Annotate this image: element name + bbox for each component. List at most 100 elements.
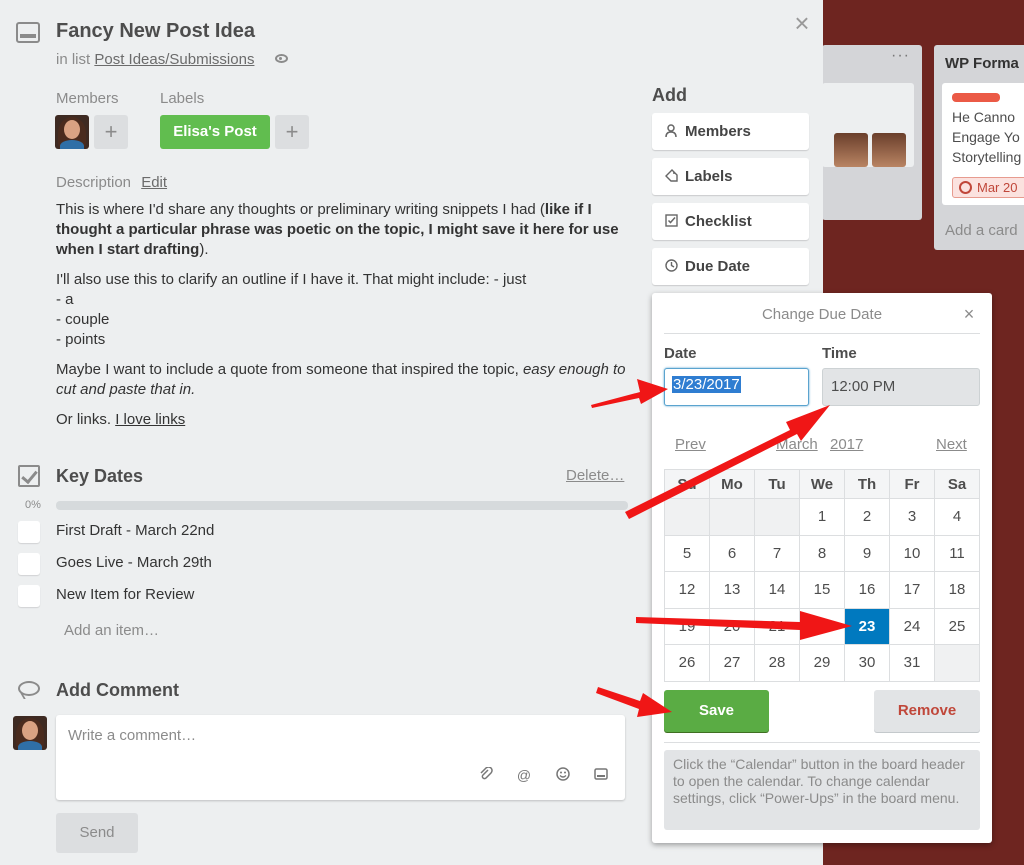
calendar-day[interactable]: 21 (754, 607, 800, 645)
close-icon[interactable]: × (791, 10, 813, 36)
calendar-hint-text: Click the “Calendar” button in the board… (664, 750, 980, 830)
calendar-day[interactable]: 16 (844, 571, 890, 609)
label-chip[interactable]: Elisa's Post (160, 115, 270, 149)
year-selector[interactable]: 2017 (830, 436, 863, 453)
calendar-day[interactable]: 14 (754, 571, 800, 609)
next-month-link[interactable]: Next (936, 436, 967, 453)
calendar-day[interactable]: 10 (889, 534, 935, 572)
save-button[interactable]: Save (664, 690, 769, 732)
calendar-day[interactable]: 27 (709, 644, 755, 682)
avatar[interactable] (55, 115, 89, 149)
weekday-header: Su (664, 469, 710, 499)
list-name-link[interactable]: Post Ideas/Submissions (94, 51, 254, 68)
calendar-day[interactable]: 26 (664, 644, 710, 682)
calendar-day[interactable]: 3 (889, 498, 935, 536)
calendar-day[interactable]: 13 (709, 571, 755, 609)
checklist-item-checkbox[interactable] (18, 521, 40, 543)
add-labels-button[interactable]: Labels (652, 158, 809, 195)
add-label-button[interactable]: + (275, 115, 309, 149)
card-link-icon[interactable] (593, 767, 609, 783)
weekday-header: Tu (754, 469, 800, 499)
checklist-item-checkbox[interactable] (18, 553, 40, 575)
calendar-day[interactable]: 25 (934, 607, 980, 645)
divider (664, 333, 980, 334)
attachment-icon[interactable] (478, 766, 494, 783)
calendar-day[interactable]: 12 (664, 571, 710, 609)
calendar-day[interactable]: 29 (799, 644, 845, 682)
add-member-button[interactable]: + (94, 115, 128, 149)
calendar-day[interactable]: 20 (709, 607, 755, 645)
send-button[interactable]: Send (56, 813, 138, 853)
comment-input[interactable]: Write a comment… @ (56, 715, 625, 800)
emoji-icon[interactable] (555, 767, 571, 783)
calendar-day[interactable]: 1 (799, 498, 845, 536)
calendar-day[interactable]: 6 (709, 534, 755, 572)
calendar-day[interactable]: 5 (664, 534, 710, 572)
checklist-progress-bar (56, 501, 628, 510)
description-header: Description Edit (56, 174, 168, 191)
time-input[interactable]: 12:00 PM (822, 368, 980, 406)
checklist-item-checkbox[interactable] (18, 585, 40, 607)
calendar-grid: Su Mo Tu We Th Fr Sa 1 2 3 4 5 6 7 8 9 10 11 12 13 14 15 16 17… (664, 469, 980, 682)
calendar-day-selected[interactable]: 23 (844, 607, 890, 645)
weekday-header: Mo (709, 469, 755, 499)
date-label: Date (664, 345, 697, 362)
month-selector[interactable]: March (776, 436, 818, 453)
description-edit-link[interactable]: Edit (141, 174, 167, 191)
list-title[interactable]: WP Forma (945, 55, 1019, 72)
calendar-day[interactable]: 15 (799, 571, 845, 609)
tag-icon (664, 169, 678, 183)
prev-month-link[interactable]: Prev (675, 436, 706, 453)
change-due-date-popover: Change Due Date × Date Time 3/23/2017 12… (652, 293, 992, 843)
calendar-day[interactable]: 30 (844, 644, 890, 682)
board-list-wp-format: WP Forma He Canno Engage Yo Storytelling… (934, 45, 1024, 250)
remove-button[interactable]: Remove (874, 690, 980, 732)
add-checklist-item-link[interactable]: Add an item… (64, 622, 159, 639)
add-checklist-button[interactable]: Checklist (652, 203, 809, 240)
calendar-empty-cell (934, 644, 980, 682)
calendar-day[interactable]: 18 (934, 571, 980, 609)
description-link[interactable]: I love links (115, 411, 185, 428)
weekday-header: We (799, 469, 845, 499)
checklist-title[interactable]: Key Dates (56, 466, 143, 487)
board-card[interactable]: He Canno Engage Yo Storytelling Mar 20 (942, 83, 1024, 205)
calendar-day[interactable]: 11 (934, 534, 980, 572)
calendar-day[interactable]: 8 (799, 534, 845, 572)
calendar-empty-cell (754, 498, 800, 536)
calendar-day[interactable]: 4 (934, 498, 980, 536)
card-title[interactable]: Fancy New Post Idea (56, 20, 255, 43)
comment-icon (18, 681, 40, 696)
checklist-item-text[interactable]: Goes Live - March 29th (56, 554, 212, 571)
delete-checklist-link[interactable]: Delete… (566, 467, 624, 484)
card-title: He Canno Engage Yo Storytelling (952, 109, 1022, 165)
calendar-day[interactable]: 19 (664, 607, 710, 645)
calendar-day[interactable]: 28 (754, 644, 800, 682)
calendar-day[interactable]: 2 (844, 498, 890, 536)
checklist-item-text[interactable]: First Draft - March 22nd (56, 522, 214, 539)
add-card-link[interactable]: Add a card (945, 222, 1018, 239)
weekday-header: Th (844, 469, 890, 499)
calendar-day[interactable]: 31 (889, 644, 935, 682)
calendar-day[interactable]: 22 (799, 607, 845, 645)
description-text: This is where I'd share any thoughts or … (56, 201, 626, 428)
close-icon[interactable]: × (960, 304, 978, 324)
divider (664, 742, 980, 743)
date-input[interactable]: 3/23/2017 (664, 368, 809, 406)
add-sidebar-title: Add (652, 85, 687, 105)
clock-icon (959, 181, 972, 194)
list-menu-icon[interactable]: ··· (891, 47, 910, 65)
calendar-day[interactable]: 24 (889, 607, 935, 645)
add-due-date-button[interactable]: Due Date (652, 248, 809, 285)
weekday-header: Fr (889, 469, 935, 499)
add-members-button[interactable]: Members (652, 113, 809, 150)
calendar-day[interactable]: 17 (889, 571, 935, 609)
calendar-day[interactable]: 7 (754, 534, 800, 572)
checklist-item-text[interactable]: New Item for Review (56, 586, 194, 603)
mention-icon[interactable]: @ (516, 767, 532, 783)
calendar-day[interactable]: 9 (844, 534, 890, 572)
popover-title: Change Due Date (761, 306, 883, 323)
clock-icon (664, 259, 678, 273)
avatar (13, 716, 47, 750)
card-label (952, 93, 1000, 102)
eye-icon (275, 54, 288, 63)
